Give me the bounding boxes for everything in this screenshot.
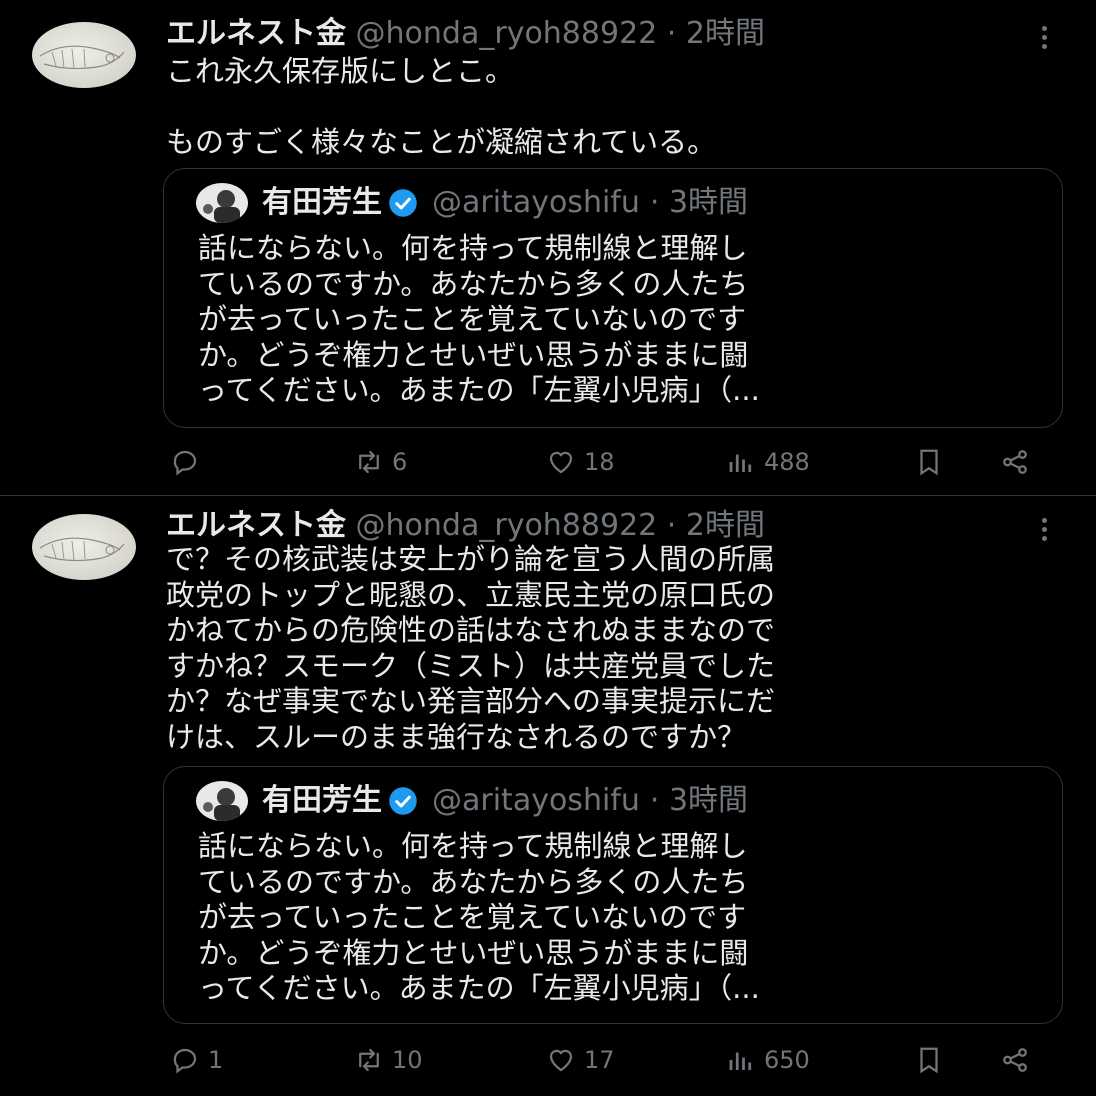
retweet-count: 10 bbox=[392, 1046, 423, 1074]
views-icon bbox=[729, 1052, 752, 1070]
views-count: 488 bbox=[764, 448, 810, 476]
tweet-text: で？その核武装は安上がり論を宣う人間の所属 政党のトップと昵懇の、立憲民主党の原… bbox=[166, 542, 776, 754]
author-name[interactable]: エルネスト金 bbox=[166, 16, 346, 51]
tweet[interactable]: エルネスト金 @honda_ryoh88922 · 2時間 これ永久保存版にしと… bbox=[0, 0, 1096, 496]
verified-badge-icon bbox=[389, 787, 417, 815]
bookmark-button[interactable] bbox=[912, 1042, 952, 1078]
avatar-sketch-image bbox=[39, 45, 125, 70]
quoted-author-handle: @aritayoshifu bbox=[432, 783, 640, 818]
like-count: 18 bbox=[584, 448, 615, 476]
like-count: 17 bbox=[584, 1046, 615, 1074]
share-button[interactable] bbox=[998, 1042, 1038, 1078]
avatar[interactable] bbox=[32, 22, 136, 88]
more-icon[interactable] bbox=[1042, 26, 1050, 53]
quoted-tweet-text: 話にならない。何を持って規制線と理解し ているのですか。あなたから多くの人たち … bbox=[198, 829, 760, 1005]
views-button[interactable]: 650 bbox=[724, 1042, 810, 1078]
quoted-author-name: 有田芳生 bbox=[262, 783, 382, 818]
like-button[interactable]: 17 bbox=[544, 1042, 615, 1078]
retweet-button[interactable]: 10 bbox=[352, 1042, 423, 1078]
quoted-avatar[interactable] bbox=[196, 781, 248, 821]
tweet-header: エルネスト金 @honda_ryoh88922 · 2時間 bbox=[166, 508, 765, 544]
tweet[interactable]: エルネスト金 @honda_ryoh88922 · 2時間 で？その核武装は安上… bbox=[0, 496, 1096, 1096]
reply-button[interactable] bbox=[168, 444, 208, 480]
quoted-tweet[interactable]: 有田芳生 @aritayoshifu · 3時間 話にならない。何を持って規制線… bbox=[163, 168, 1063, 428]
quoted-tweet[interactable]: 有田芳生 @aritayoshifu · 3時間 話にならない。何を持って規制線… bbox=[163, 766, 1063, 1024]
quoted-author-name: 有田芳生 bbox=[262, 185, 382, 220]
avatar[interactable] bbox=[32, 514, 136, 580]
bookmark-button[interactable] bbox=[912, 444, 952, 480]
timestamp[interactable]: · 2時間 bbox=[667, 16, 765, 51]
bookmark-icon bbox=[920, 1047, 938, 1074]
retweet-icon bbox=[359, 450, 379, 474]
share-icon bbox=[1003, 450, 1027, 474]
quoted-timestamp: · 3時間 bbox=[649, 783, 749, 818]
tweet-actions: 1 10 17 650 bbox=[168, 1042, 1048, 1078]
retweet-count: 6 bbox=[392, 448, 408, 476]
quoted-author-handle: @aritayoshifu bbox=[432, 185, 640, 220]
avatar-sketch-image bbox=[39, 537, 125, 562]
share-icon bbox=[1003, 1048, 1027, 1072]
reply-count: 1 bbox=[208, 1046, 224, 1074]
more-icon[interactable] bbox=[1042, 518, 1050, 545]
retweet-button[interactable]: 6 bbox=[352, 444, 407, 480]
bookmark-icon bbox=[920, 449, 938, 476]
views-count: 650 bbox=[764, 1046, 810, 1074]
author-handle[interactable]: @honda_ryoh88922 bbox=[356, 508, 658, 543]
quoted-avatar[interactable] bbox=[196, 183, 248, 223]
heart-icon bbox=[549, 1049, 573, 1072]
tweet-text: これ永久保存版にしとこ。 ものすごく様々なことが凝縮されている。 bbox=[166, 54, 717, 160]
quoted-tweet-text: 話にならない。何を持って規制線と理解し ているのですか。あなたから多くの人たち … bbox=[198, 231, 760, 407]
views-icon bbox=[729, 454, 752, 472]
quoted-tweet-header: 有田芳生 @aritayoshifu · 3時間 bbox=[196, 183, 748, 223]
reply-icon bbox=[173, 1048, 197, 1074]
heart-icon bbox=[549, 451, 573, 474]
share-button[interactable] bbox=[998, 444, 1038, 480]
tweet-actions: 6 18 488 bbox=[168, 444, 1048, 480]
retweet-icon bbox=[359, 1048, 379, 1072]
views-button[interactable]: 488 bbox=[724, 444, 810, 480]
reply-button[interactable]: 1 bbox=[168, 1042, 223, 1078]
author-name[interactable]: エルネスト金 bbox=[166, 508, 346, 543]
tweet-header: エルネスト金 @honda_ryoh88922 · 2時間 bbox=[166, 16, 765, 52]
like-button[interactable]: 18 bbox=[544, 444, 615, 480]
quoted-tweet-header: 有田芳生 @aritayoshifu · 3時間 bbox=[196, 781, 748, 821]
author-handle[interactable]: @honda_ryoh88922 bbox=[356, 16, 658, 51]
verified-badge-icon bbox=[389, 189, 417, 217]
quoted-timestamp: · 3時間 bbox=[649, 185, 749, 220]
timestamp[interactable]: · 2時間 bbox=[667, 508, 765, 543]
reply-icon bbox=[173, 450, 197, 476]
